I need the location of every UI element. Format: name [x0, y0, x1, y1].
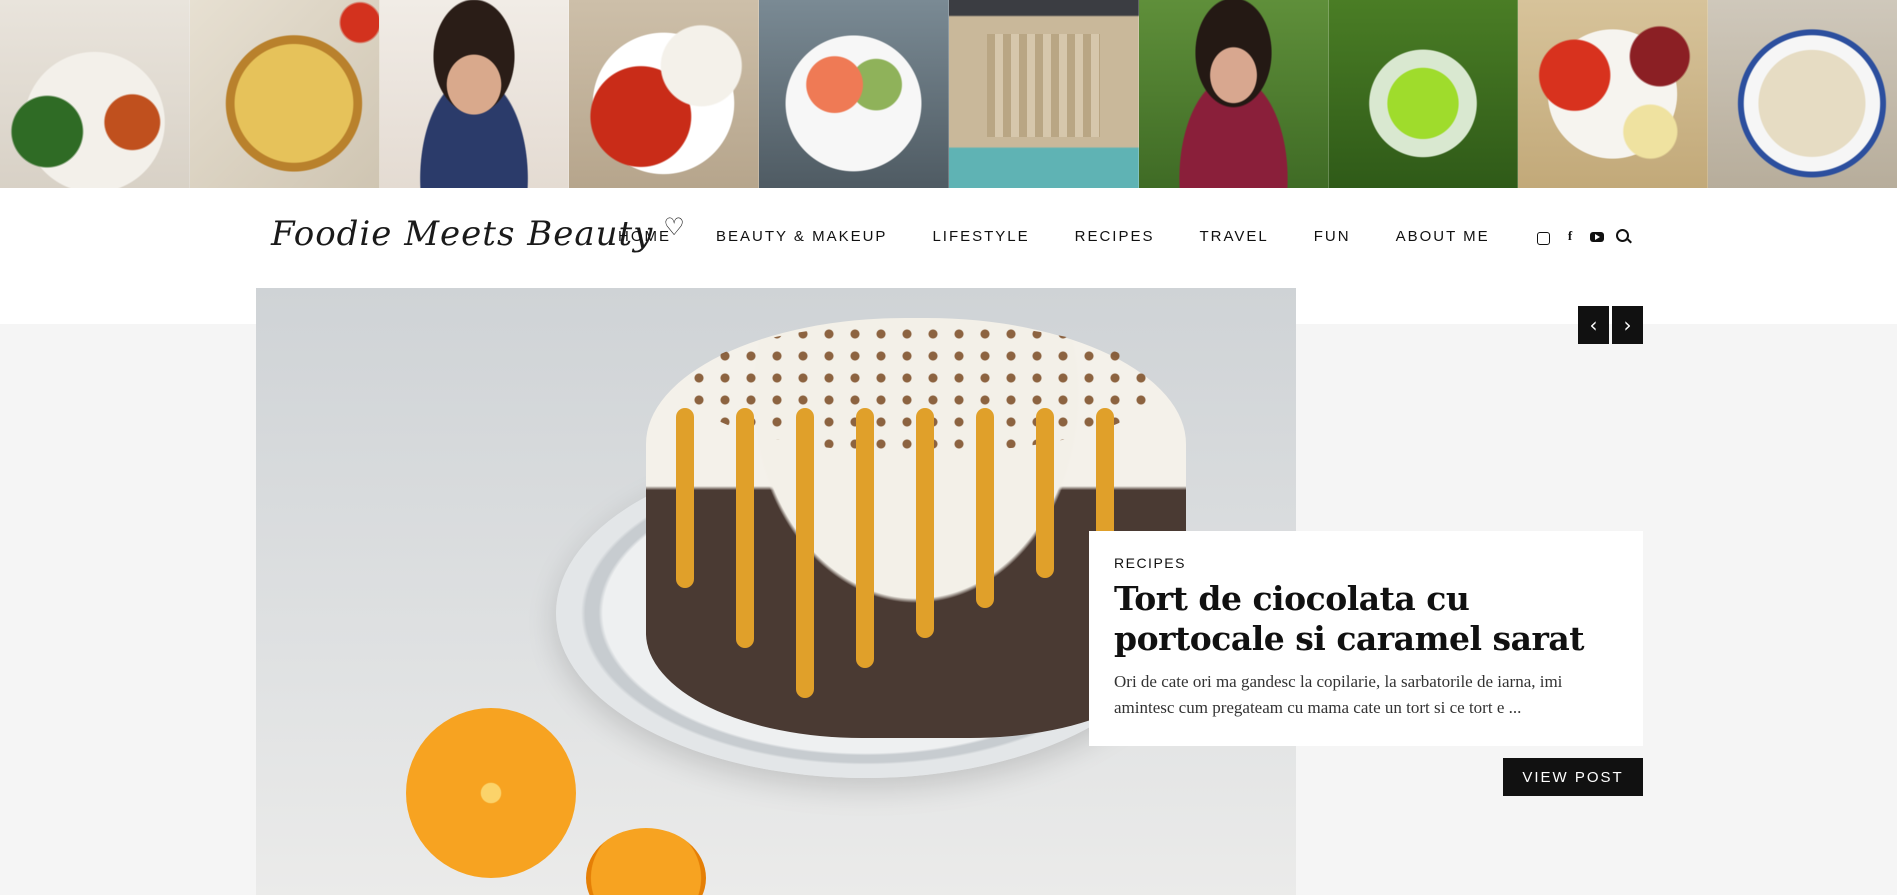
- nav-about-me[interactable]: ABOUT ME: [1396, 228, 1490, 245]
- logo-text: Foodie Meets Beauty: [271, 214, 654, 254]
- instagram-photo[interactable]: [1518, 0, 1709, 188]
- caramel-drip: [676, 408, 694, 588]
- instagram-icon[interactable]: [1537, 231, 1550, 245]
- main-nav: HOME BEAUTY & MAKEUP LIFESTYLE RECIPES T…: [618, 228, 1535, 245]
- social-icons: f: [1537, 228, 1629, 245]
- next-arrow-button[interactable]: ›: [1612, 306, 1643, 344]
- instagram-photo[interactable]: [1708, 0, 1897, 188]
- caramel-drip: [1036, 408, 1054, 578]
- instagram-photo[interactable]: [948, 0, 1139, 188]
- nav-travel[interactable]: TRAVEL: [1200, 228, 1269, 245]
- caramel-drip: [976, 408, 994, 608]
- nav-home[interactable]: HOME: [618, 228, 671, 245]
- orange-slice-shape: [586, 828, 706, 895]
- caramel-drip: [796, 408, 814, 698]
- instagram-photo[interactable]: [1138, 0, 1329, 188]
- prev-arrow-button[interactable]: ‹: [1578, 306, 1609, 344]
- site-logo[interactable]: Foodie Meets Beauty ♡: [271, 213, 685, 264]
- instagram-strip: [0, 0, 1897, 188]
- nav-lifestyle[interactable]: LIFESTYLE: [932, 228, 1029, 245]
- instagram-photo[interactable]: [379, 0, 570, 188]
- nav-beauty-makeup[interactable]: BEAUTY & MAKEUP: [716, 228, 887, 245]
- post-excerpt: Ori de cate ori ma gandesc la copilarie,…: [1114, 672, 1563, 717]
- nav-fun[interactable]: FUN: [1314, 228, 1351, 245]
- caramel-drip: [916, 408, 934, 638]
- caramel-drip: [856, 408, 874, 668]
- instagram-photo[interactable]: [1328, 0, 1519, 188]
- search-icon[interactable]: [1616, 228, 1629, 242]
- instagram-photo[interactable]: [0, 0, 190, 188]
- nav-recipes[interactable]: RECIPES: [1075, 228, 1155, 245]
- featured-post-card: RECIPES Tort de ciocolata cu portocale s…: [1089, 531, 1643, 746]
- view-post-button[interactable]: VIEW POST: [1503, 758, 1643, 796]
- orange-half-shape: [406, 708, 576, 878]
- post-category[interactable]: RECIPES: [1114, 555, 1618, 571]
- facebook-icon[interactable]: f: [1562, 228, 1578, 244]
- youtube-icon[interactable]: [1590, 232, 1604, 242]
- slider-arrows: ‹ ›: [1578, 306, 1643, 344]
- post-title[interactable]: Tort de ciocolata cu portocale si carame…: [1114, 579, 1618, 659]
- instagram-photo[interactable]: [569, 0, 760, 188]
- caramel-drip: [736, 408, 754, 648]
- instagram-photo[interactable]: [189, 0, 380, 188]
- instagram-photo[interactable]: [759, 0, 949, 188]
